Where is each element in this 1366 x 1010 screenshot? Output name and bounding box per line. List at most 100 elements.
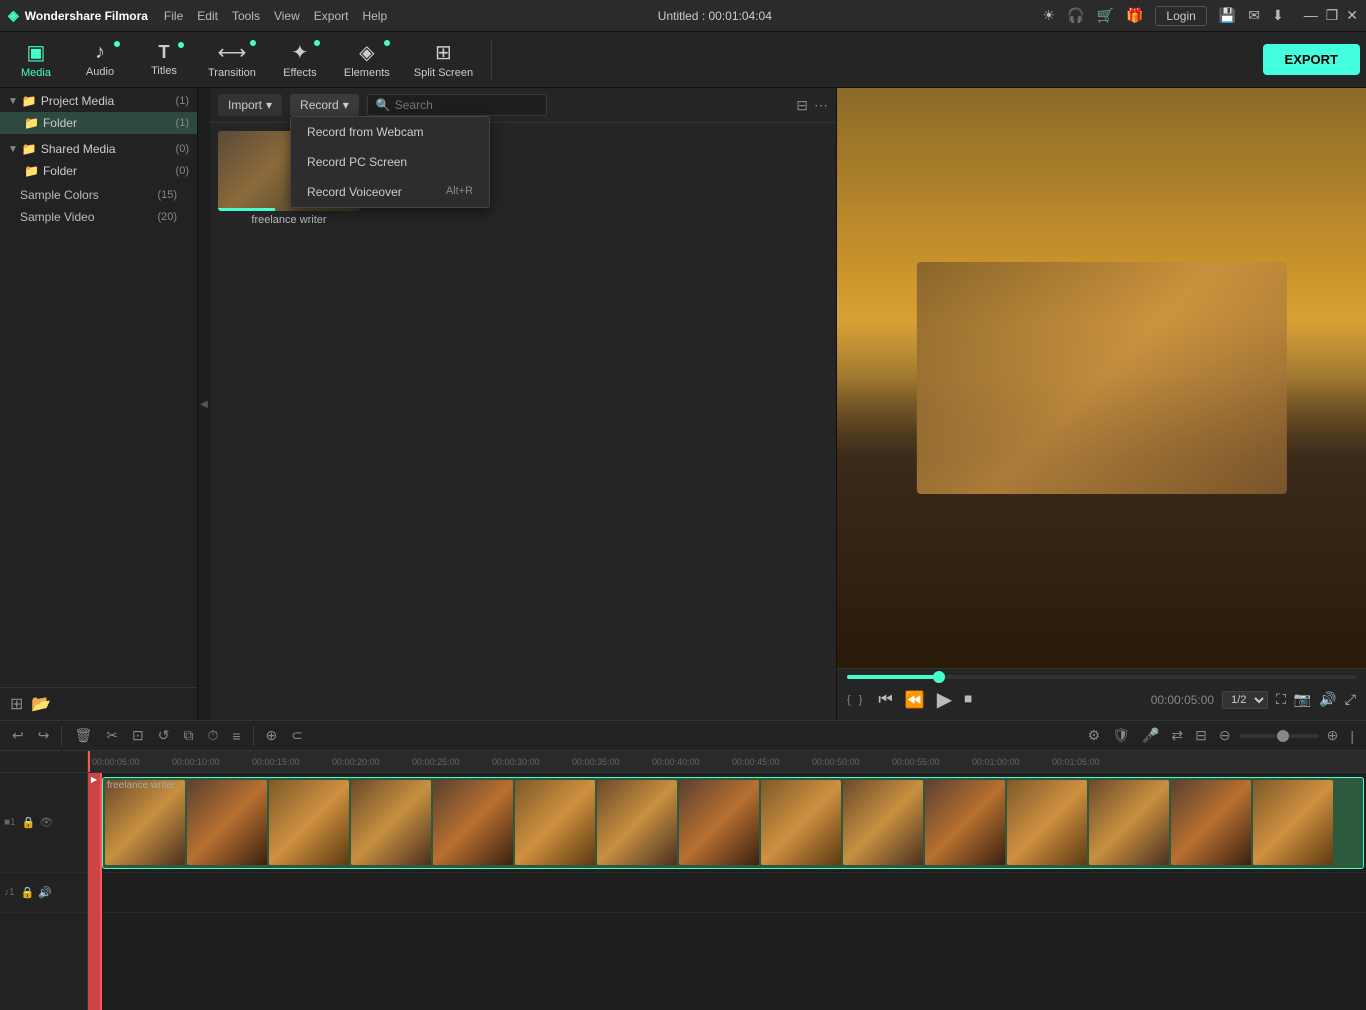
cut-button[interactable]: ✂ [102,725,122,746]
menu-help[interactable]: Help [362,9,387,23]
titles-icon: T [159,42,170,63]
record-voiceover-item[interactable]: Record Voiceover Alt+R [291,177,489,207]
toolbar-media-label: Media [21,67,51,79]
zoom-slider[interactable] [1239,734,1319,738]
copy-button[interactable]: ⧉ [179,725,197,746]
add-folder-button[interactable]: ⊞ [10,694,23,714]
time-right-bracket: } [859,694,863,706]
toolbar-titles[interactable]: T Titles [134,38,194,81]
shared-media-item[interactable]: ▼ 📁 Shared Media (0) [0,138,197,160]
video-track-row: freelance writer [88,773,1366,873]
menu-view[interactable]: View [274,9,300,23]
win-close[interactable]: ✕ [1346,7,1358,24]
subtitles-button[interactable]: ⊟ [1191,725,1211,746]
snap-button[interactable]: ⊂ [287,725,307,746]
audio-lock-button[interactable]: 🔒 [21,886,35,899]
project-media-label: Project Media [41,94,176,108]
toolbar-media[interactable]: ▣ Media [6,36,66,83]
folder-item-selected[interactable]: 📁 Folder (1) [0,112,197,134]
win-minimize[interactable]: — [1304,7,1318,24]
menu-file[interactable]: File [164,9,183,23]
toolbar-splitscreen[interactable]: ⊞ Split Screen [404,36,483,83]
audio-icon: ♪ [95,41,105,64]
progress-thumb[interactable] [933,671,945,683]
speed-button[interactable]: ⏱ [203,725,222,746]
record-webcam-item[interactable]: Record from Webcam [291,117,489,147]
video-clip[interactable]: freelance writer [102,777,1364,869]
menu-export[interactable]: Export [314,9,349,23]
video-lock-button[interactable]: 🔒 [22,816,36,829]
mic-button[interactable]: 🎤 [1138,725,1163,746]
save-icon[interactable]: 💾 [1219,7,1236,24]
zoom-out-button[interactable]: ⊖ [1215,725,1235,746]
settings-button[interactable]: ⚙ [1084,725,1105,746]
frame-back-button[interactable]: ⏪ [901,688,929,712]
sun-icon[interactable]: ☀ [1043,7,1056,24]
left-panel: ▼ 📁 Project Media (1) 📁 Folder (1) ▼ 📁 S… [0,88,198,720]
shield-button[interactable]: 🛡 [1108,725,1134,746]
grid-icon[interactable]: ⋯ [814,97,828,114]
zoom-in-button[interactable]: ⊕ [1323,725,1343,746]
headphone-icon[interactable]: 🎧 [1067,7,1084,24]
preview-time: 00:00:05:00 [1151,693,1214,707]
audio-dot [114,41,120,47]
import-button[interactable]: Import ▾ [218,94,282,116]
media-icon: ▣ [27,40,46,65]
record-button[interactable]: Record ▾ [290,94,359,116]
toolbar-audio[interactable]: ♪ Audio [70,37,130,82]
volume-icon[interactable]: 🔊 [1319,691,1336,708]
toolbar-transition[interactable]: ⟷ Transition [198,36,266,83]
menu-tools[interactable]: Tools [232,9,260,23]
search-box[interactable]: 🔍 [367,94,547,116]
redo-button[interactable]: ↪ [34,725,54,746]
delete-button[interactable]: 🗑 [70,725,96,746]
ruler-tick-11: 00:01:00:00 [972,757,1020,767]
crop-button[interactable]: ⊡ [128,725,148,746]
shared-folder-item[interactable]: 📁 Folder (0) [0,160,197,182]
record-screen-item[interactable]: Record PC Screen [291,147,489,177]
rotate-button[interactable]: ↺ [154,725,174,746]
login-button[interactable]: Login [1155,6,1206,26]
frame-10 [843,780,923,865]
subfolder-icon: 📁 [24,116,39,130]
fullscreen-icon[interactable]: ⛶ [1276,691,1286,708]
audio-track-row [88,873,1366,913]
search-input[interactable] [395,98,538,112]
quality-select[interactable]: 1/2 [1222,691,1268,709]
project-media-item[interactable]: ▼ 📁 Project Media (1) [0,90,197,112]
win-maximize[interactable]: ❐ [1326,7,1339,24]
track-switch-button[interactable]: ⇄ [1167,725,1187,746]
step-back-button[interactable]: ⏮ [874,689,896,711]
video-eye-button[interactable]: 👁 [39,816,53,829]
resize-handle[interactable]: ◀ [198,88,210,720]
gift-icon[interactable]: 🎁 [1126,7,1143,24]
menu-edit[interactable]: Edit [197,9,218,23]
expand-icon[interactable]: ⤢ [1345,691,1356,708]
play-button[interactable]: ▶ [933,685,956,714]
toolbar-effects-label: Effects [283,67,316,79]
mail-icon[interactable]: ✉ [1248,7,1260,24]
freeze-button[interactable]: | [1346,726,1358,746]
cart-icon[interactable]: 🛒 [1097,7,1114,24]
export-button[interactable]: EXPORT [1263,44,1360,75]
folder-label: Folder [43,116,176,130]
shared-subfolder-icon: 📁 [24,164,39,178]
add-track-button[interactable]: ⊕ [262,725,282,746]
toolbar-effects[interactable]: ✦ Effects [270,36,330,83]
expand-icon: ▼ [8,96,18,107]
audio-mute-button[interactable]: 🔊 [38,886,52,899]
toolbar-elements[interactable]: ◈ Elements [334,36,400,83]
ruler-tick-12: 00:01:05:00 [1052,757,1100,767]
sample-video-item[interactable]: Sample Video (20) [0,206,197,228]
screenshot-icon[interactable]: 📷 [1294,691,1311,708]
menu-bar[interactable]: File Edit Tools View Export Help [164,9,387,23]
undo-button[interactable]: ↩ [8,725,28,746]
preview-subject [916,262,1286,494]
sample-colors-item[interactable]: Sample Colors (15) [0,184,197,206]
filter-icon[interactable]: ⊟ [796,97,808,114]
stop-button[interactable]: ⏹ [960,689,976,711]
preview-progress-bar[interactable] [847,675,1356,679]
import-folder-button[interactable]: 📂 [31,694,51,714]
adjust-button[interactable]: ≡ [228,726,244,746]
download-icon[interactable]: ⬇ [1272,7,1284,24]
